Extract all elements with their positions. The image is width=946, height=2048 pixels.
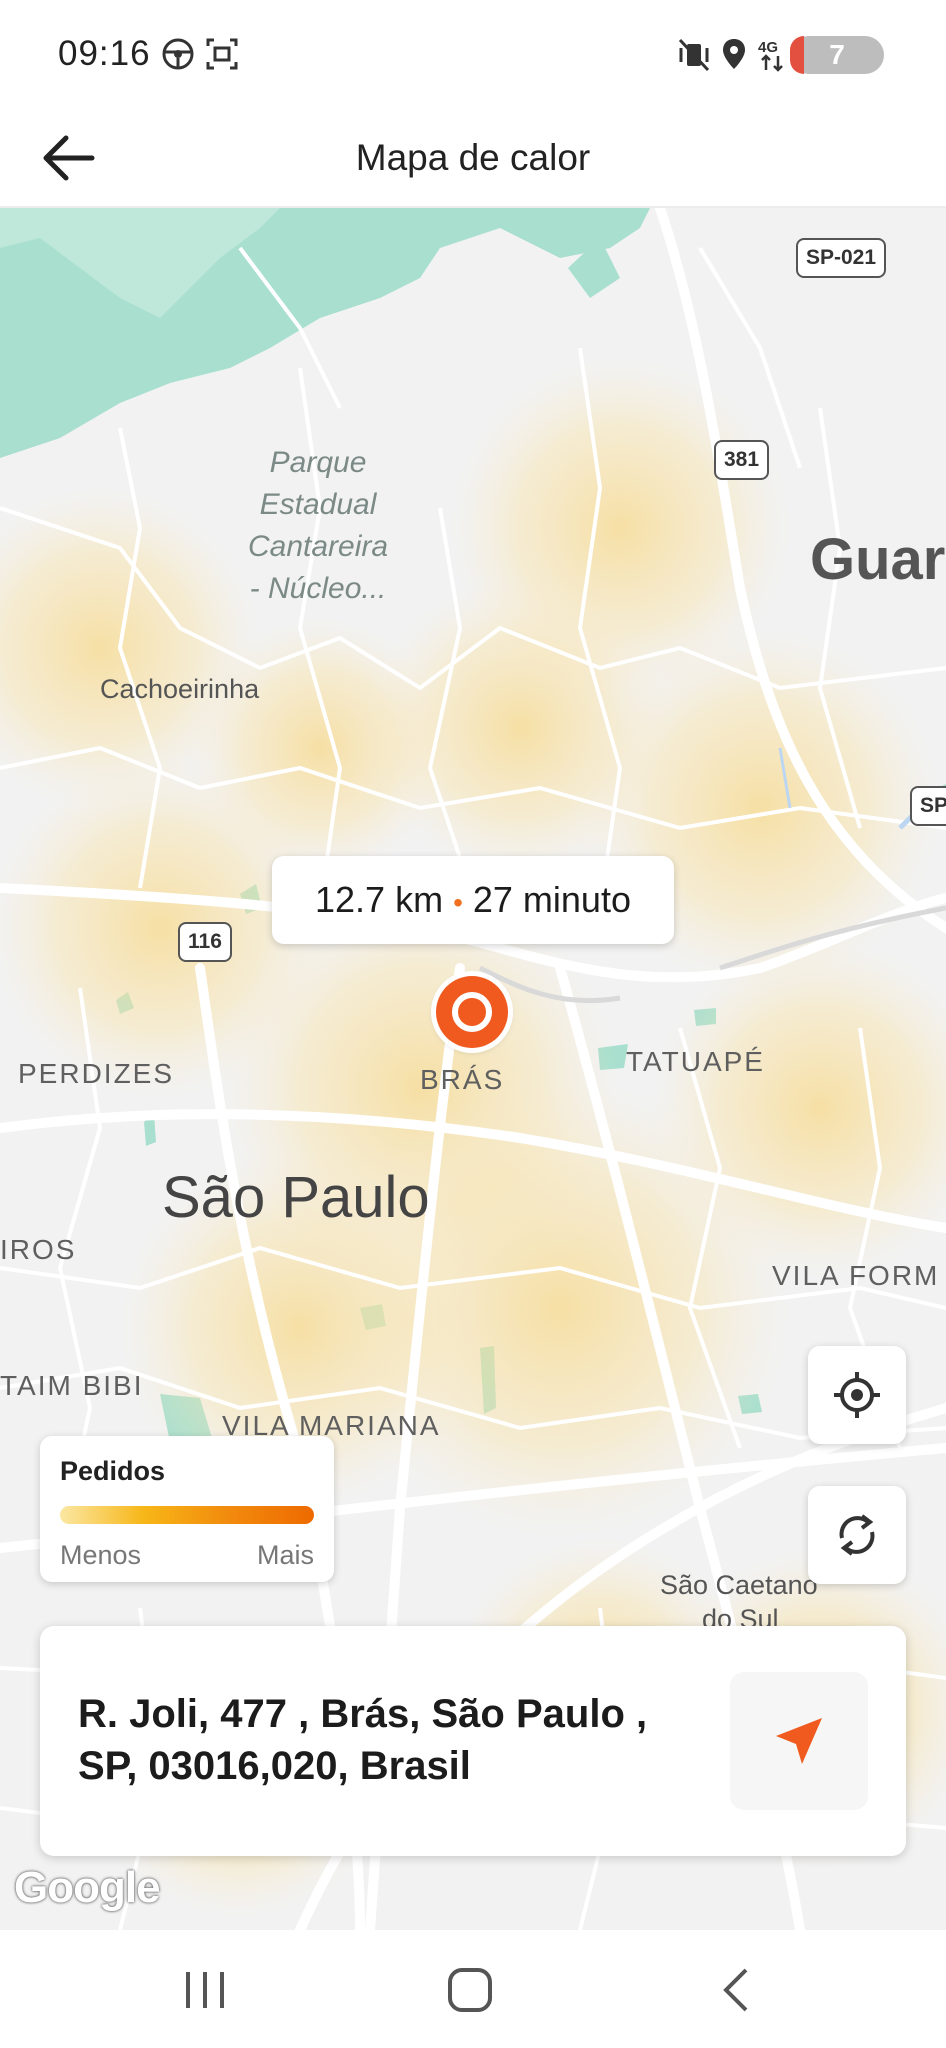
- page-title: Mapa de calor: [355, 137, 591, 178]
- svg-text:4G: 4G: [758, 39, 778, 56]
- map-label-park-text: Parque Estadual Cantareira - Núcleo...: [248, 446, 389, 605]
- map-label-tatuape: TATUAPÉ: [626, 1046, 765, 1077]
- legend-gradient-bar: [60, 1506, 314, 1524]
- steering-wheel-icon: [162, 38, 194, 70]
- heatmap-legend: Pedidos Menos Mais: [40, 1436, 334, 1582]
- map-label-itaim-bibi: TAIM BIBI: [0, 1370, 144, 1401]
- back-icon[interactable]: [716, 1966, 756, 2014]
- legend-min-label: Menos: [60, 1540, 142, 1570]
- address-card: R. Joli, 477 , Brás, São Paulo , SP, 030…: [40, 1626, 906, 1856]
- road-shield-116: 116: [178, 922, 232, 962]
- route-info-tooltip: 12.7 km • 27 minuto: [272, 856, 674, 944]
- screenshot-icon: [206, 38, 238, 70]
- map-label-perdizes: PERDIZES: [18, 1058, 175, 1089]
- map-label-cachoeirinha: Cachoeirinha: [100, 674, 260, 704]
- refresh-icon: [839, 1514, 875, 1556]
- road-shield-381: 381: [714, 440, 770, 480]
- map-label-park: Parque Estadual Cantareira - Núcleo...: [248, 442, 388, 610]
- map-label-guarulhos: Guar: [810, 527, 946, 592]
- recent-apps-icon[interactable]: [180, 1968, 230, 2012]
- road-shield-sp021: SP-021: [796, 238, 887, 278]
- mute-vibrate-icon: [678, 38, 710, 72]
- crosshair-locate-icon: [834, 1372, 880, 1418]
- 4g-data-icon: 4G: [758, 39, 783, 72]
- route-distance: 12.7 km: [315, 879, 444, 920]
- map-label-sao-paulo: São Paulo: [162, 1165, 430, 1230]
- legend-max-label: Mais: [256, 1540, 314, 1570]
- notification-badge: 7: [790, 36, 884, 74]
- heat-map[interactable]: Parque Estadual Cantareira - Núcleo... C…: [0, 208, 946, 1930]
- navigate-button[interactable]: [730, 1672, 868, 1810]
- google-attribution: Google: [14, 1863, 161, 1912]
- arrow-left-icon: [43, 135, 95, 181]
- map-label-sao-caetano: São Caetano: [660, 1570, 818, 1600]
- back-button[interactable]: [34, 128, 102, 188]
- notification-count: 7: [829, 39, 845, 70]
- route-separator: •: [453, 887, 463, 918]
- system-navigation-bar: [0, 1930, 946, 2048]
- map-label-bras: BRÁS: [420, 1064, 505, 1095]
- locate-me-button[interactable]: [808, 1346, 906, 1444]
- app-bar: Mapa de calor: [0, 110, 946, 208]
- legend-title: Pedidos: [60, 1456, 166, 1486]
- map-label-vila-form: VILA FORM: [772, 1260, 940, 1291]
- road-shield-sp: SP: [910, 786, 946, 826]
- location-icon: [723, 39, 745, 69]
- navigation-arrow-icon: [776, 1718, 822, 1764]
- route-duration: 27 minuto: [472, 879, 631, 920]
- status-bar: 09:16 4G 7: [0, 0, 946, 110]
- home-icon[interactable]: [446, 1966, 494, 2014]
- location-target-pin-icon[interactable]: [436, 976, 508, 1048]
- refresh-button[interactable]: [808, 1486, 906, 1584]
- address-text: R. Joli, 477 , Brás, São Paulo , SP, 030…: [78, 1692, 648, 1788]
- status-time: 09:16: [58, 34, 151, 73]
- map-label-iros: IROS: [0, 1234, 77, 1265]
